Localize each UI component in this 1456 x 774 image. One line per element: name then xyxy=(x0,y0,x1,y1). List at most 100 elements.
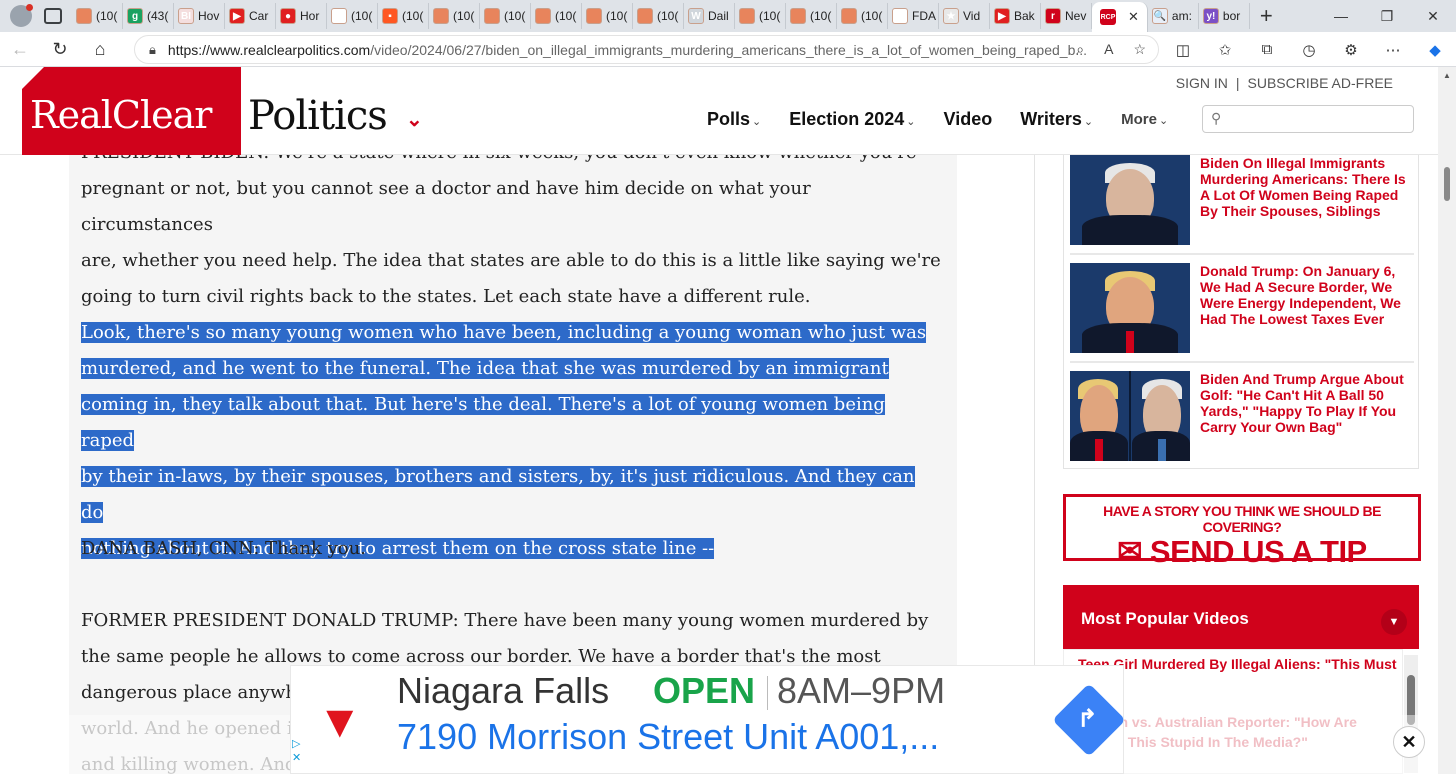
refresh-button[interactable]: ↻ xyxy=(40,39,80,60)
browser-tab[interactable]: (10( xyxy=(786,3,837,29)
related-video-title[interactable]: Biden On Illegal Immigrants Murdering Am… xyxy=(1200,155,1414,219)
popular-video-link[interactable]: Teen Girl Murdered By Illegal Aliens: "T… xyxy=(1078,654,1400,694)
ad-address[interactable]: 7190 Morrison Street Unit A001,... xyxy=(397,716,939,758)
most-popular-header[interactable]: Most Popular Videos ▼ xyxy=(1063,585,1419,649)
maple-leaf-logo-icon: ▼ xyxy=(317,695,363,747)
search-input[interactable]: ⚲ xyxy=(1202,105,1414,133)
tab-label: Car xyxy=(249,9,269,23)
adchoices-icon[interactable]: ▷ ✕ xyxy=(292,737,301,765)
browser-tab[interactable]: (10( xyxy=(72,3,123,29)
browser-tab[interactable]: 🔍 am: xyxy=(1148,3,1199,29)
close-tab-icon[interactable]: ✕ xyxy=(1128,9,1139,25)
sign-in-link[interactable]: SIGN IN xyxy=(1176,75,1228,91)
selected-text-line: coming in, they talk about that. But her… xyxy=(81,394,885,451)
subscribe-link[interactable]: SUBSCRIBE AD-FREE xyxy=(1248,75,1393,91)
menu-icon[interactable]: ⋯ xyxy=(1372,41,1414,59)
browser-tab[interactable]: g (43( xyxy=(123,3,174,29)
related-video-title[interactable]: Donald Trump: On January 6, We Had A Sec… xyxy=(1200,263,1414,327)
browser-tab[interactable]: (10( xyxy=(582,3,633,29)
tab-favicon-icon xyxy=(433,8,449,24)
lock-icon[interactable]: 🔒︎ xyxy=(149,42,156,58)
zoom-icon[interactable]: ⌕ xyxy=(1076,41,1084,58)
tab-label: Hov xyxy=(198,9,220,23)
profile-avatar[interactable] xyxy=(10,4,33,27)
minimize-button[interactable]: — xyxy=(1318,8,1364,24)
directions-icon[interactable]: ↱ xyxy=(1052,683,1126,757)
web-page: PRESIDENT BIDEN: We're a state where in … xyxy=(0,67,1438,774)
logo-politics[interactable]: Politics xyxy=(248,93,388,139)
nav-more[interactable]: More ⌄ xyxy=(1121,111,1168,128)
related-video-item[interactable]: Donald Trump: On January 6, We Had A Sec… xyxy=(1070,263,1414,363)
address-toolbar: ← ↻ ⌂ 🔒︎ https://www.realclearpolitics.c… xyxy=(0,32,1456,67)
browser-tab[interactable]: ★ Vid xyxy=(939,3,990,29)
history-icon[interactable]: ◷ xyxy=(1288,41,1330,59)
browser-tab[interactable]: ● Hor xyxy=(276,3,327,29)
ad-open-status: OPEN xyxy=(653,670,756,711)
read-aloud-icon[interactable]: A xyxy=(1104,41,1113,58)
tab-favicon-icon xyxy=(586,8,602,24)
tab-favicon-icon xyxy=(841,8,857,24)
browser-tab[interactable]: ▯ (10( xyxy=(327,3,378,29)
browser-tab[interactable]: W Dail xyxy=(684,3,735,29)
browser-tab[interactable]: (10( xyxy=(735,3,786,29)
tab-label: am: xyxy=(1171,9,1192,23)
browser-tab[interactable]: ▪ (10( xyxy=(378,3,429,29)
most-popular-title: Most Popular Videos xyxy=(1081,609,1249,628)
browser-tab[interactable]: r Nev xyxy=(1041,3,1092,29)
browser-tab[interactable]: (10( xyxy=(429,3,480,29)
text-line: are, whether you need help. The idea tha… xyxy=(81,250,941,271)
browser-tab[interactable]: ▶ Bak xyxy=(990,3,1041,29)
browser-tab[interactable]: ▯ FDA xyxy=(888,3,939,29)
nav-video[interactable]: Video xyxy=(944,109,993,130)
favorites-icon[interactable]: ✩ xyxy=(1204,41,1246,59)
send-tip-banner[interactable]: HAVE A STORY YOU THINK WE SHOULD BE COVE… xyxy=(1063,494,1421,569)
restore-button[interactable]: ❐ xyxy=(1364,8,1410,25)
tab-favicon-icon: BI xyxy=(178,8,194,24)
advertisement-banner[interactable]: ▼ Niagara Falls OPEN 8AM–9PM 7190 Morris… xyxy=(290,665,1126,774)
tab-favicon-icon xyxy=(637,8,653,24)
browser-tab[interactable]: (10( xyxy=(480,3,531,29)
back-button[interactable]: ← xyxy=(0,39,40,60)
tab-favicon-icon: g xyxy=(127,8,143,24)
related-video-title[interactable]: Biden And Trump Argue About Golf: "He Ca… xyxy=(1200,371,1414,435)
active-browser-tab[interactable]: RCP ✕ xyxy=(1092,2,1148,32)
nav-writers[interactable]: Writers ⌄ xyxy=(1020,109,1093,130)
home-button[interactable]: ⌂ xyxy=(80,39,120,60)
related-video-item[interactable]: Biden On Illegal Immigrants Murdering Am… xyxy=(1070,155,1414,255)
video-thumbnail[interactable] xyxy=(1070,263,1190,353)
site-logo[interactable]: RealClear xyxy=(22,67,241,155)
tab-favicon-icon: RCP xyxy=(1100,9,1116,25)
new-tab-button[interactable]: + xyxy=(1260,3,1273,29)
video-thumbnail[interactable] xyxy=(1070,371,1190,461)
scroll-up-icon[interactable]: ▲ xyxy=(1443,71,1451,80)
split-screen-icon[interactable]: ◫ xyxy=(1162,41,1204,59)
browser-tab[interactable]: (10( xyxy=(531,3,582,29)
page-scrollbar[interactable]: ▲ xyxy=(1438,67,1456,774)
copilot-icon[interactable]: ◆ xyxy=(1414,41,1456,59)
browser-tab[interactable]: BI Hov xyxy=(174,3,225,29)
chevron-down-icon[interactable]: ▼ xyxy=(1381,609,1407,635)
scrollbar-thumb[interactable] xyxy=(1444,167,1450,201)
main-nav: Polls ⌄ Election 2024 ⌄ Video Writers ⌄ Mor… xyxy=(707,109,1196,130)
collections-icon[interactable]: ⧉ xyxy=(1246,41,1288,58)
browser-tab[interactable]: ▶ Car xyxy=(225,3,276,29)
favorite-star-icon[interactable]: ☆ xyxy=(1133,41,1146,58)
close-window-button[interactable]: ✕ xyxy=(1410,8,1456,25)
related-video-item[interactable]: Biden And Trump Argue About Golf: "He Ca… xyxy=(1070,371,1414,471)
nav-polls[interactable]: Polls ⌄ xyxy=(707,109,761,130)
search-icon: ⚲ xyxy=(1211,110,1222,126)
address-bar[interactable]: 🔒︎ https://www.realclearpolitics.com/vid… xyxy=(134,35,1159,64)
browser-tools: ◫ ✩ ⧉ ◷ ⚙ ⋯ ◆ xyxy=(1162,32,1456,67)
chevron-down-icon[interactable]: ⌄ xyxy=(406,107,423,132)
envelope-icon: ✉ xyxy=(1117,535,1142,568)
extensions-icon[interactable]: ⚙ xyxy=(1330,41,1372,59)
browser-tab[interactable]: (10( xyxy=(837,3,888,29)
browser-tab[interactable]: (10( xyxy=(633,3,684,29)
video-thumbnail[interactable] xyxy=(1070,155,1190,245)
close-ad-button[interactable]: ✕ xyxy=(1393,726,1425,758)
tab-favicon-icon: ▶ xyxy=(229,8,245,24)
tab-actions-icon[interactable] xyxy=(44,8,62,24)
article-selected-paragraph[interactable]: Look, there's so many young women who ha… xyxy=(81,315,941,567)
browser-tab[interactable]: y! bor xyxy=(1199,3,1250,29)
nav-election-2024[interactable]: Election 2024 ⌄ xyxy=(789,109,915,130)
